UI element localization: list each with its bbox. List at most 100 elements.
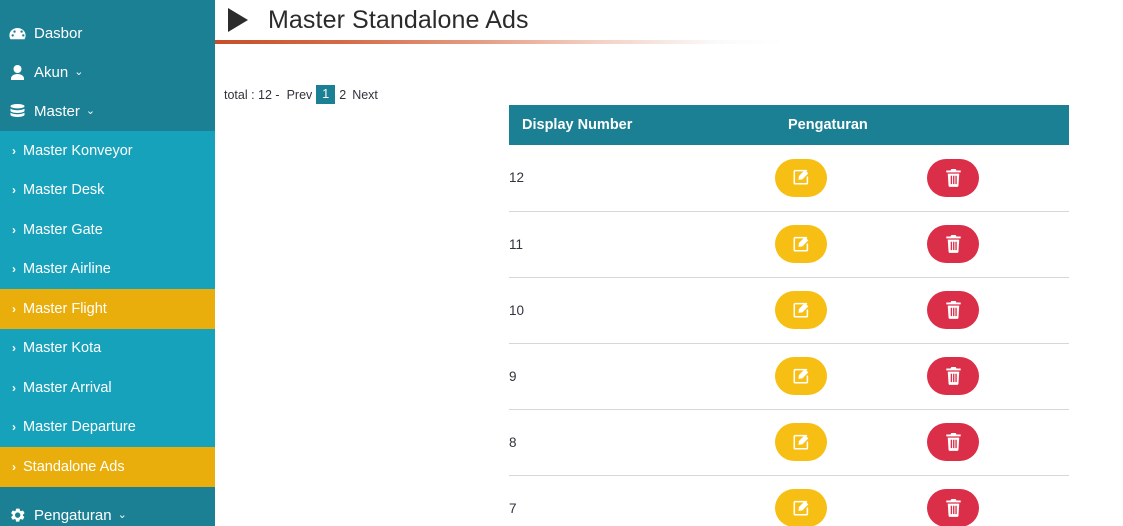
edit-button[interactable] (775, 158, 827, 197)
chevron-right-icon: › (12, 301, 16, 316)
delete-button[interactable] (927, 423, 979, 461)
sidebar-item-label: Master Arrival (23, 379, 112, 396)
sidebar-item-master-flight[interactable]: › Master Flight (0, 289, 215, 329)
chevron-down-icon: ⌄ (85, 105, 96, 117)
sidebar-item-label: Standalone Ads (23, 458, 125, 475)
sidebar-item-standalone-ads[interactable]: › Standalone Ads (0, 447, 215, 487)
delete-button[interactable] (927, 158, 979, 197)
trash-icon (945, 235, 962, 253)
chevron-right-icon: › (12, 459, 16, 474)
chevron-down-icon: ⌄ (117, 508, 127, 521)
chevron-right-icon: › (12, 183, 16, 198)
cell-actions (775, 145, 1069, 212)
edit-icon (792, 235, 811, 254)
sidebar: Dasbor Akun ⌄ Master ⌄ › Master Konveyor… (0, 0, 215, 526)
sidebar-item-master-desk[interactable]: › Master Desk (0, 171, 215, 211)
sidebar-item-master-kota[interactable]: › Master Kota (0, 329, 215, 369)
sidebar-item-master-arrival[interactable]: › Master Arrival (0, 368, 215, 408)
table-row: 9 (509, 343, 1069, 410)
sidebar-item-label: Master Gate (23, 221, 103, 238)
sidebar-item-master-konveyor[interactable]: › Master Konveyor (0, 131, 215, 171)
sidebar-item-label: Master (34, 103, 80, 120)
edit-icon (792, 367, 811, 386)
cell-actions (775, 343, 1069, 410)
title-row: Master Standalone Ads (215, 0, 1123, 40)
pagination: total : 12 - Prev 1 2 Next (224, 85, 381, 104)
trash-icon (945, 499, 962, 517)
sidebar-item-label: Master Departure (23, 419, 136, 436)
pagination-page-1[interactable]: 1 (316, 85, 336, 104)
column-header-pengaturan: Pengaturan (775, 105, 1069, 145)
delete-button[interactable] (927, 489, 979, 526)
edit-icon (792, 168, 811, 187)
sidebar-item-akun[interactable]: Akun ⌄ (0, 53, 215, 92)
trash-icon (945, 367, 962, 385)
cell-display-number: 10 (509, 277, 775, 344)
trash-icon (945, 301, 962, 319)
sidebar-item-label: Akun (34, 64, 69, 81)
table-row: 8 (509, 409, 1069, 476)
sidebar-item-label: Master Desk (23, 182, 105, 199)
cell-display-number: 8 (509, 409, 775, 476)
cell-actions (775, 211, 1069, 278)
sidebar-item-label: Master Konveyor (23, 142, 133, 159)
chevron-down-icon: ⌄ (74, 66, 84, 78)
edit-icon (792, 301, 811, 320)
cell-display-number: 11 (509, 211, 775, 278)
delete-button[interactable] (927, 291, 979, 329)
sidebar-item-label: Master Kota (23, 340, 102, 357)
chevron-right-icon: › (12, 420, 16, 435)
table-row: 12 (509, 145, 1069, 212)
cell-actions (775, 277, 1069, 344)
sidebar-item-label: Dasbor (34, 25, 83, 42)
edit-button[interactable] (775, 423, 827, 461)
pagination-next[interactable]: Next (352, 88, 378, 102)
gear-icon (8, 507, 27, 523)
play-triangle-icon (228, 8, 248, 32)
page-title: Master Standalone Ads (268, 5, 529, 34)
table-row: 7 (509, 475, 1069, 526)
chevron-right-icon: › (12, 222, 16, 237)
edit-icon (792, 433, 811, 452)
app-root: Dasbor Akun ⌄ Master ⌄ › Master Konveyor… (0, 0, 1123, 526)
sidebar-item-master-departure[interactable]: › Master Departure (0, 408, 215, 448)
chevron-right-icon: › (12, 341, 16, 356)
trash-icon (945, 168, 962, 187)
table-header-row: Display Number Pengaturan (509, 105, 1069, 145)
chevron-right-icon: › (12, 143, 16, 158)
sidebar-item-label: Pengaturan (34, 506, 112, 524)
page-header: Master Standalone Ads (215, 0, 1123, 44)
delete-button[interactable] (927, 225, 979, 263)
pagination-total: total : 12 - (224, 87, 280, 102)
table-head: Display Number Pengaturan (509, 105, 1069, 145)
pagination-prev[interactable]: Prev (287, 88, 313, 102)
sidebar-item-pengaturan[interactable]: Pengaturan ⌄ (0, 496, 215, 526)
sidebar-item-dasbor[interactable]: Dasbor (0, 14, 215, 53)
pagination-page-2[interactable]: 2 (339, 88, 346, 102)
cell-actions (775, 475, 1069, 526)
sidebar-item-master-gate[interactable]: › Master Gate (0, 210, 215, 250)
sidebar-item-label: Master Flight (23, 300, 107, 317)
edit-button[interactable] (775, 357, 827, 395)
dashboard-icon (8, 26, 27, 42)
column-header-display-number: Display Number (509, 105, 775, 145)
delete-button[interactable] (927, 357, 979, 395)
table-container: Display Number Pengaturan 12 11 10 9 8 7 (509, 105, 1069, 526)
title-divider (215, 40, 785, 44)
trash-icon (945, 433, 962, 451)
table-row: 11 (509, 211, 1069, 278)
edit-button[interactable] (775, 225, 827, 263)
sidebar-submenu-master: › Master Konveyor › Master Desk › Master… (0, 131, 215, 487)
chevron-right-icon: › (12, 262, 16, 277)
edit-icon (792, 499, 811, 518)
sidebar-item-master[interactable]: Master ⌄ (0, 92, 215, 131)
user-icon (8, 65, 27, 81)
edit-button[interactable] (775, 489, 827, 526)
sidebar-item-master-airline[interactable]: › Master Airline (0, 250, 215, 290)
cell-display-number: 12 (509, 145, 775, 212)
edit-button[interactable] (775, 291, 827, 329)
table-row: 10 (509, 277, 1069, 344)
sidebar-item-label: Master Airline (23, 261, 111, 278)
chevron-right-icon: › (12, 380, 16, 395)
cell-actions (775, 409, 1069, 476)
